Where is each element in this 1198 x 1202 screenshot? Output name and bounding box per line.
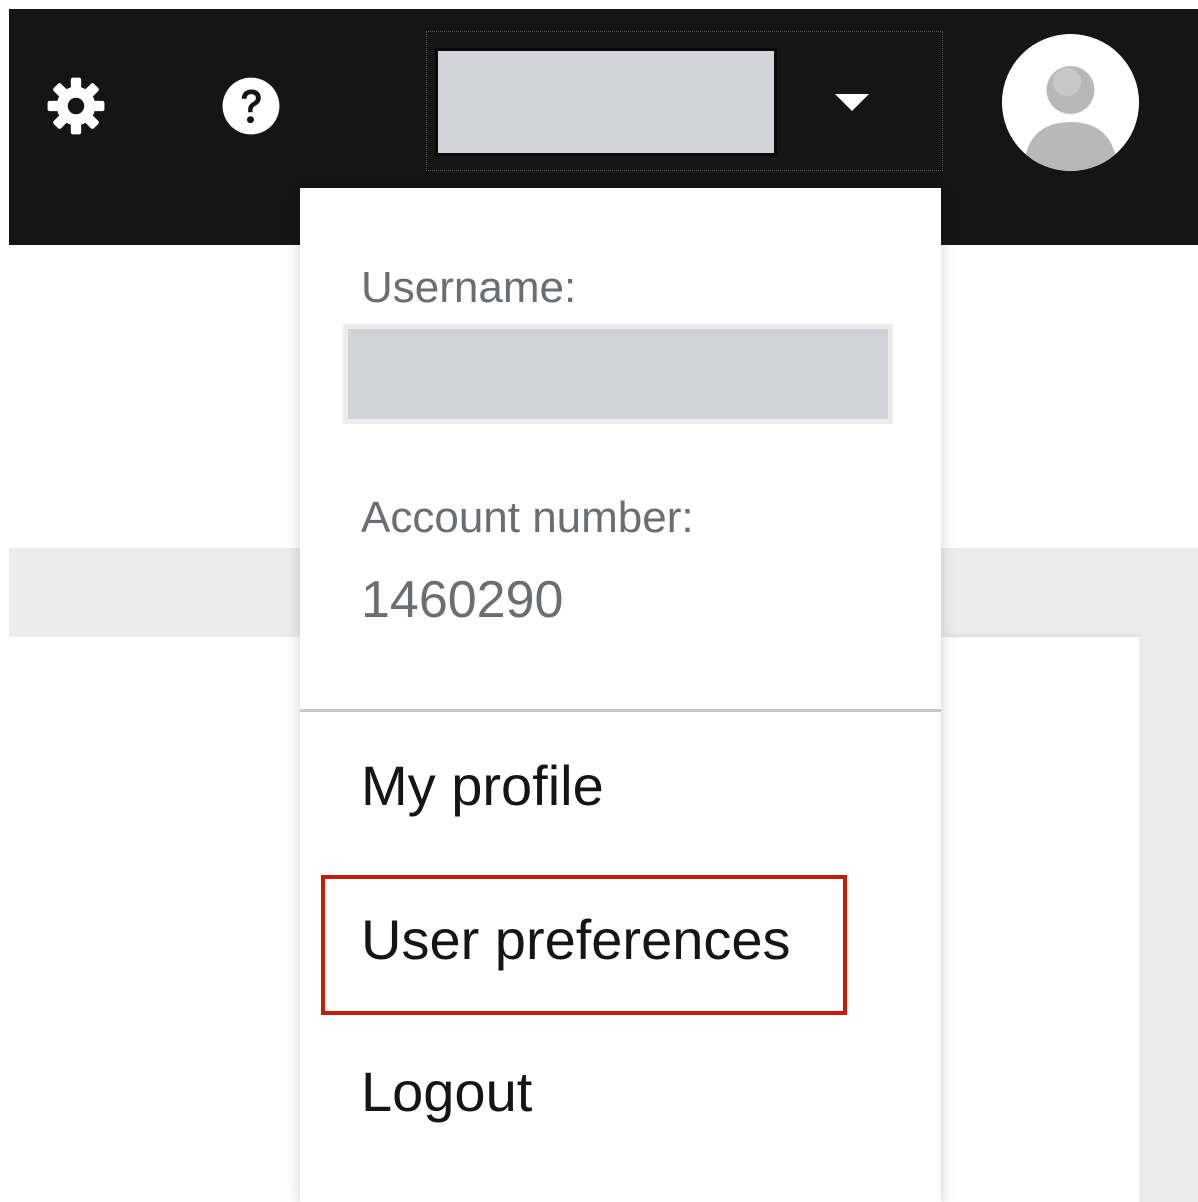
account-number-label: Account number: <box>361 493 694 542</box>
user-menu-toggle[interactable] <box>426 31 943 171</box>
caret-down-icon <box>835 94 869 111</box>
redacted-username-value <box>343 324 893 424</box>
question-circle-icon <box>222 77 280 135</box>
menu-divider <box>300 709 941 712</box>
settings-button[interactable] <box>40 70 112 142</box>
gear-icon <box>47 77 105 135</box>
redacted-username <box>435 48 777 156</box>
page-card-gutter <box>1139 637 1198 1202</box>
user-avatar-icon <box>1002 34 1139 171</box>
page-card <box>942 637 1139 1202</box>
logout-item[interactable]: Logout <box>361 1064 532 1120</box>
avatar[interactable] <box>1002 34 1139 171</box>
user-preferences-item[interactable]: User preferences <box>361 912 791 968</box>
help-button[interactable] <box>214 70 288 142</box>
username-label: Username: <box>361 263 577 312</box>
page-content-left <box>9 637 300 1202</box>
my-profile-item[interactable]: My profile <box>361 758 604 814</box>
account-number-value: 1460290 <box>361 571 564 629</box>
user-dropdown-menu: Username: Account number: 1460290 My pro… <box>300 188 941 1202</box>
